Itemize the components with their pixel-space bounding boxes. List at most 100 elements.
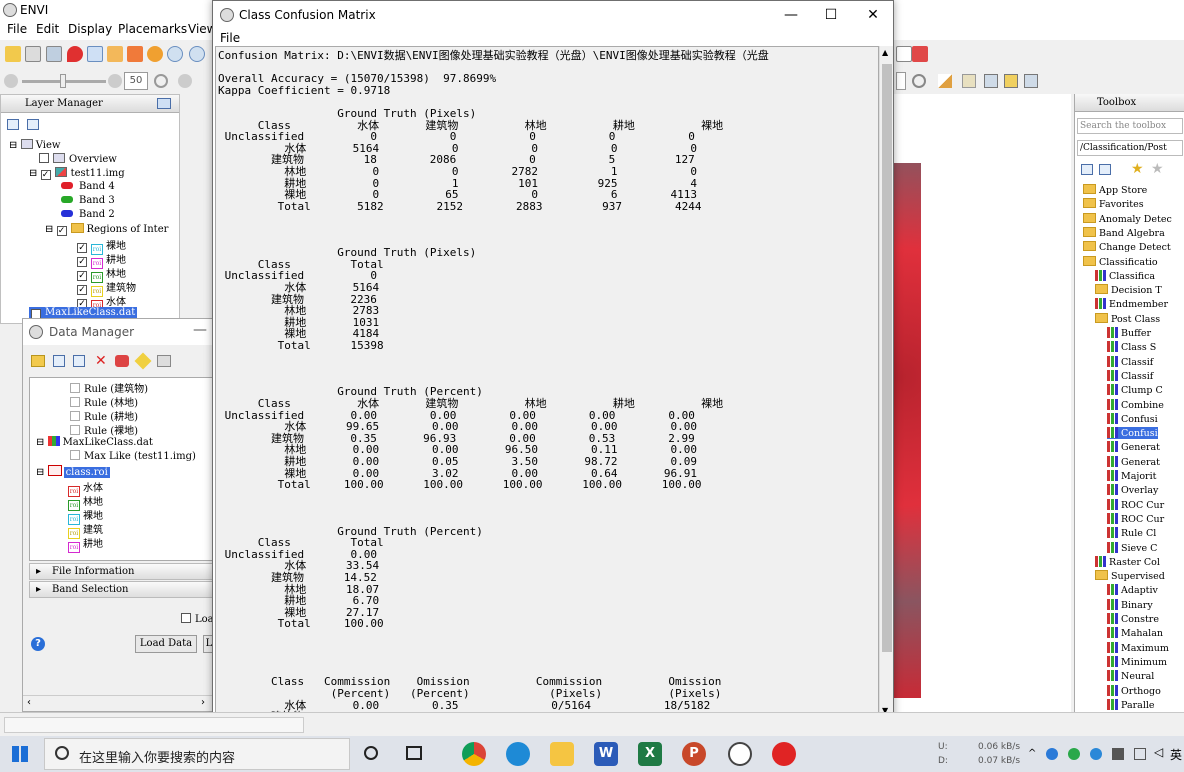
chevron-down-icon[interactable] bbox=[896, 46, 912, 62]
toolbox-item[interactable]: Binary bbox=[1107, 598, 1153, 611]
toolbox-item[interactable]: Adaptiv bbox=[1107, 584, 1158, 596]
volume-icon[interactable]: ◁ bbox=[1154, 745, 1163, 759]
expand-all-icon[interactable] bbox=[1099, 164, 1111, 175]
panel-float-icon[interactable] bbox=[157, 98, 171, 109]
expand-all-icon[interactable] bbox=[27, 119, 39, 130]
toolbox-item[interactable]: ROC Cur bbox=[1107, 498, 1164, 511]
fly-icon[interactable] bbox=[127, 46, 143, 62]
rule-checkbox[interactable] bbox=[70, 383, 80, 393]
network-icon[interactable] bbox=[1134, 748, 1146, 760]
edge-icon[interactable] bbox=[506, 742, 530, 766]
close-all-icon[interactable] bbox=[115, 355, 129, 367]
toolbox-item[interactable]: Neural bbox=[1107, 670, 1154, 682]
menu-edit[interactable]: Edit bbox=[36, 22, 59, 36]
roi-group-checkbox[interactable]: ✓ bbox=[56, 226, 67, 236]
tree-band-4[interactable]: Band 4 bbox=[61, 181, 115, 192]
toolbox-item[interactable]: Change Detect bbox=[1083, 241, 1171, 253]
menu-file[interactable]: File bbox=[220, 31, 240, 45]
toolbox-item[interactable]: Classif bbox=[1107, 355, 1153, 368]
toolbox-item[interactable]: Sieve C bbox=[1107, 541, 1157, 554]
overview-checkbox[interactable] bbox=[39, 153, 49, 163]
open-icon[interactable] bbox=[5, 46, 21, 62]
tree-image[interactable]: ⊟ ✓ test11.img bbox=[29, 167, 125, 180]
horizontal-scrollbar[interactable]: ‹ › bbox=[23, 695, 213, 711]
classified-image[interactable] bbox=[893, 163, 921, 698]
tree-rule-item[interactable]: Rule (裸地) bbox=[70, 422, 138, 437]
load-data-button[interactable]: Load Data bbox=[135, 635, 197, 653]
scroll-right-icon[interactable]: › bbox=[201, 697, 205, 708]
toolbox-item[interactable]: Constre bbox=[1107, 613, 1159, 625]
toolbox-item[interactable]: Decision T bbox=[1095, 284, 1162, 296]
scroll-left-icon[interactable]: ‹ bbox=[27, 697, 31, 708]
toolbox-item[interactable]: Raster Col bbox=[1095, 555, 1160, 568]
zoom-fixed-icon[interactable] bbox=[189, 46, 205, 62]
view-grid-icon[interactable] bbox=[1024, 74, 1038, 88]
powerpoint-icon[interactable]: P bbox=[682, 742, 706, 766]
windows-start-icon[interactable] bbox=[12, 746, 28, 762]
toolbox-item[interactable]: Class S bbox=[1107, 341, 1156, 353]
toolbox-item[interactable]: Minimum bbox=[1107, 655, 1167, 668]
toolbox-item[interactable]: Confusi bbox=[1107, 412, 1158, 425]
toolbox-item[interactable]: Anomaly Detec bbox=[1083, 212, 1172, 225]
tree-rule-item[interactable]: Rule (林地) bbox=[70, 394, 138, 409]
tray-app-icon[interactable] bbox=[1046, 748, 1058, 760]
rule-checkbox[interactable] bbox=[70, 411, 80, 421]
toolbox-item[interactable]: Paralle bbox=[1107, 698, 1155, 711]
zoom-value-field[interactable]: 50 bbox=[124, 72, 148, 90]
menu-display[interactable]: Display bbox=[68, 22, 112, 36]
toolbox-item[interactable]: App Store bbox=[1083, 184, 1147, 196]
toolbox-item[interactable]: Overlay bbox=[1107, 484, 1158, 496]
select-cursor-icon[interactable] bbox=[87, 46, 103, 62]
toolbox-item[interactable]: Orthogo bbox=[1107, 684, 1161, 697]
task-view-icon[interactable] bbox=[406, 746, 422, 760]
toolbar-dropdown[interactable] bbox=[896, 72, 906, 90]
tree-band-3[interactable]: Band 3 bbox=[61, 195, 115, 206]
toolbox-item[interactable]: Supervised bbox=[1095, 570, 1165, 582]
view-two-icon[interactable] bbox=[1004, 74, 1018, 88]
chrome-icon[interactable] bbox=[462, 742, 486, 766]
minimize-icon[interactable]: — bbox=[781, 7, 801, 23]
tree-view[interactable]: ⊟ View bbox=[9, 139, 60, 151]
maximize-icon[interactable]: ☐ bbox=[821, 7, 841, 23]
load-checkbox[interactable] bbox=[181, 613, 191, 623]
vertical-scrollbar[interactable]: ▲ ▼ bbox=[879, 46, 893, 720]
toolbox-item[interactable]: Clump C bbox=[1107, 384, 1163, 396]
toolbox-item[interactable]: Combine bbox=[1107, 398, 1164, 411]
toolbox-item[interactable]: Classif bbox=[1107, 369, 1153, 382]
toolbox-item[interactable]: Majorit bbox=[1107, 470, 1156, 482]
toolbox-item[interactable]: Buffer bbox=[1107, 327, 1151, 339]
collapse-all-icon[interactable] bbox=[7, 119, 19, 130]
toolbox-item[interactable]: Post Class bbox=[1095, 312, 1160, 325]
collapse-icon[interactable] bbox=[53, 355, 65, 367]
rotate-icon[interactable] bbox=[147, 46, 163, 62]
close-file-icon[interactable]: ✕ bbox=[95, 353, 107, 369]
confusion-matrix-report[interactable]: Confusion Matrix: D:\ENVI数据\ENVI图像处理基础实验… bbox=[215, 46, 879, 720]
input-language[interactable]: 英 bbox=[1170, 746, 1182, 763]
favorite-remove-icon[interactable]: ★ bbox=[1151, 161, 1164, 177]
menu-placemarks[interactable]: Placemarks bbox=[118, 22, 187, 36]
tree-class-file[interactable]: ⊟ MaxLikeClass.dat bbox=[36, 436, 153, 448]
tree-roi-file[interactable]: ⊟ class.roi bbox=[36, 465, 110, 478]
toolbox-item[interactable]: Classifica bbox=[1095, 269, 1155, 282]
record-icon[interactable] bbox=[912, 46, 928, 62]
file-information-section[interactable]: ▸ File Information bbox=[29, 563, 215, 580]
close-icon[interactable]: ✕ bbox=[863, 7, 883, 23]
tree-rule-item[interactable]: Rule (建筑物) bbox=[70, 380, 148, 395]
toolbox-item[interactable]: Maximum bbox=[1107, 641, 1169, 654]
toolbox-item[interactable]: Band Algebra bbox=[1083, 226, 1165, 239]
zoom-icon[interactable] bbox=[167, 46, 183, 62]
expand-icon[interactable] bbox=[73, 355, 85, 367]
toolbox-item[interactable]: Generat bbox=[1107, 441, 1160, 453]
stretch-icon[interactable] bbox=[962, 74, 976, 88]
toolbox-item[interactable]: Endmember bbox=[1095, 298, 1168, 310]
brightness-slider-thumb[interactable] bbox=[60, 74, 66, 88]
data-manager-icon[interactable] bbox=[25, 46, 41, 62]
toolbox-item[interactable]: ROC Cur bbox=[1107, 512, 1164, 525]
tree-overview[interactable]: Overview bbox=[39, 153, 117, 165]
toolbox-item[interactable]: Mahalan bbox=[1107, 627, 1163, 639]
toolbox-item[interactable]: Generat bbox=[1107, 455, 1160, 468]
cortana-icon[interactable] bbox=[364, 746, 378, 760]
pan-icon[interactable] bbox=[107, 46, 123, 62]
minimize-icon[interactable]: — bbox=[193, 322, 207, 338]
toolbox-item[interactable]: Favorites bbox=[1083, 198, 1144, 210]
